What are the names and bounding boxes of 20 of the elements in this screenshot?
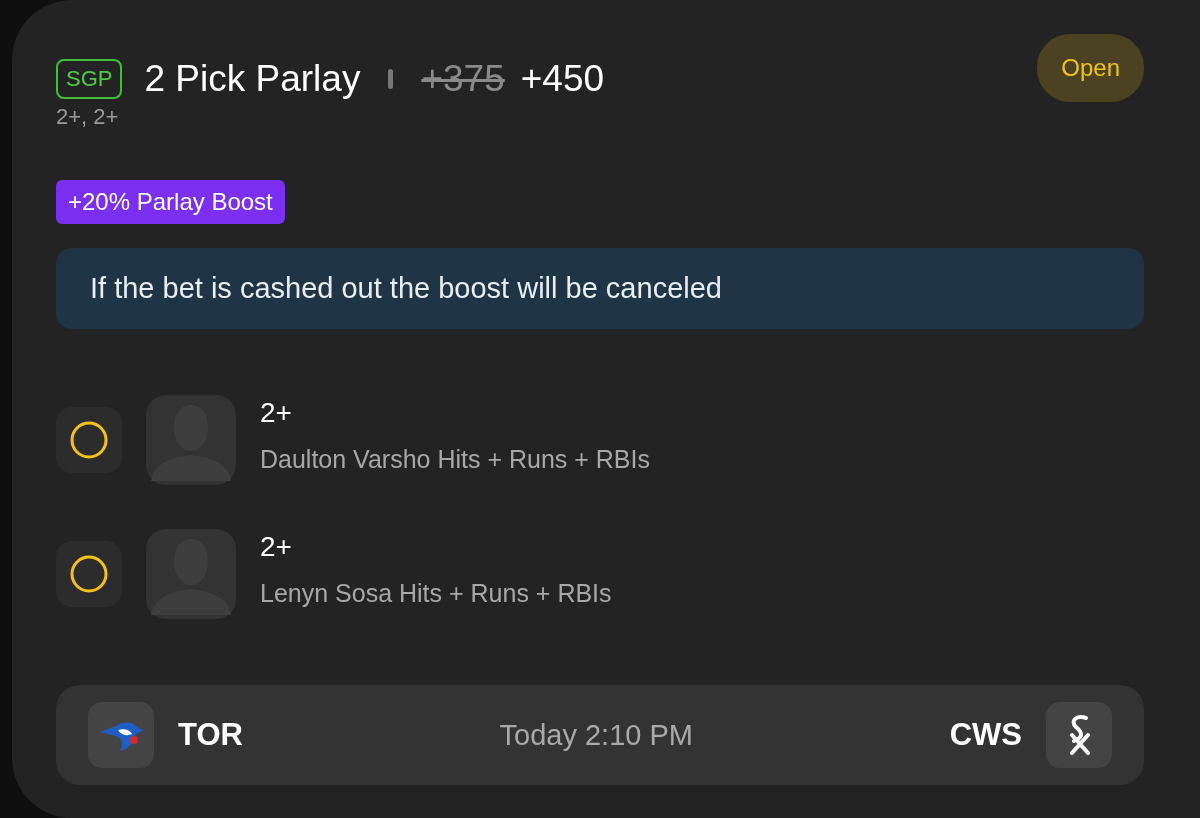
original-odds: +375 [421,58,505,100]
bet-title: 2 Pick Parlay [144,58,361,100]
notice-banner: If the bet is cashed out the boost will be canceled [56,248,1144,329]
person-silhouette-icon [146,395,236,485]
status-badge: Open [1037,34,1144,102]
home-team: CWS [949,717,1022,753]
pick-line: 2+ [260,396,293,429]
empty-circle-icon [69,420,109,460]
bet-subtitle: 2+, 2+ [56,104,119,130]
pick-line: 2+ [260,530,293,563]
person-silhouette-icon [146,529,236,619]
separator-bar [388,69,394,89]
empty-circle-icon [69,554,109,594]
away-team: TOR [178,717,243,753]
pick-description: Daulton Varsho Hits + Runs + RBIs [260,444,650,474]
game-time: Today 2:10 PM [498,718,694,752]
boost-badge: +20% Parlay Boost [56,180,285,224]
pick-description: Lenyn Sosa Hits + Runs + RBIs [260,578,612,608]
boosted-odds: +450 [520,58,605,100]
sgp-tag: SGP [56,59,123,99]
